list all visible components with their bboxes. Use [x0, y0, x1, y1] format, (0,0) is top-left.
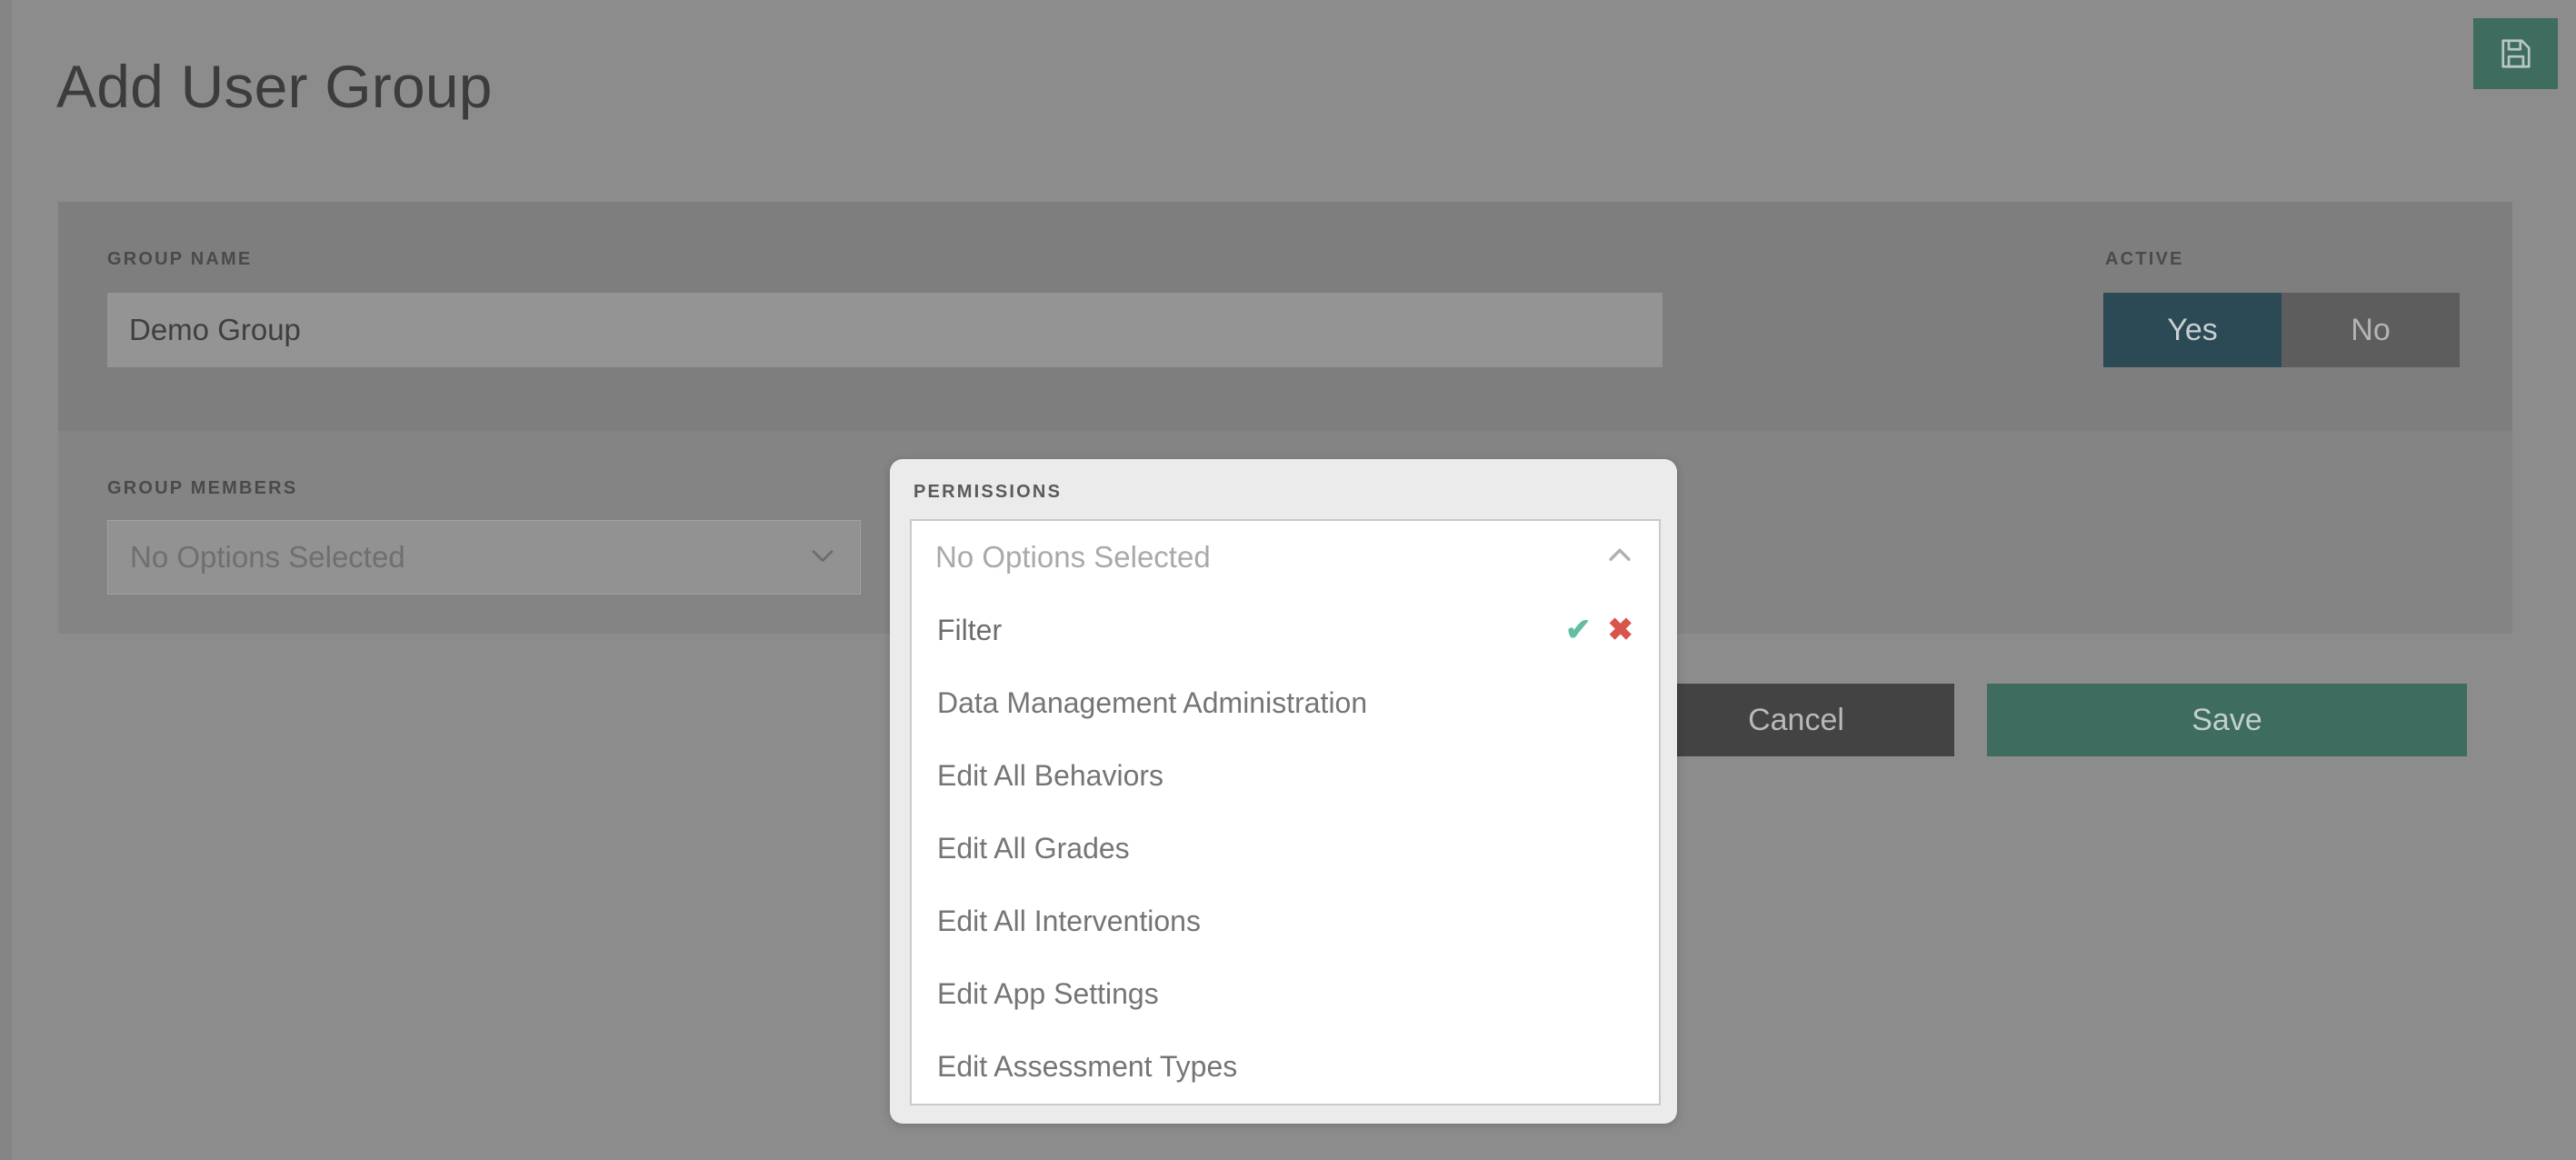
page-left-gutter	[0, 0, 12, 1160]
permissions-modal: PERMISSIONS No Options Selected ✔ ✖ Data	[890, 459, 1677, 1124]
permissions-selected-summary: No Options Selected	[935, 540, 1211, 574]
active-toggle-yes[interactable]: Yes	[2103, 293, 2281, 367]
list-item[interactable]: Edit All Interventions	[912, 885, 1659, 957]
list-item[interactable]: Edit All Behaviors	[912, 739, 1659, 812]
group-members-value: No Options Selected	[130, 540, 405, 574]
group-name-input[interactable]	[107, 293, 1662, 367]
floppy-disk-save-icon	[2499, 36, 2533, 71]
chevron-up-icon[interactable]	[1604, 540, 1635, 575]
active-label: ACTIVE	[2105, 249, 2184, 269]
list-item[interactable]: Edit App Settings	[912, 957, 1659, 1030]
group-members-label: GROUP MEMBERS	[107, 478, 298, 498]
list-item[interactable]: Data Management Administration	[912, 666, 1659, 739]
permissions-label: PERMISSIONS	[914, 482, 1063, 502]
save-button[interactable]: Save	[1987, 684, 2467, 756]
page-root: Add User Group GROUP NAME ACTIVE Yes No …	[0, 0, 2576, 1160]
permissions-filter-input[interactable]	[937, 613, 1565, 647]
group-name-label: GROUP NAME	[107, 249, 253, 269]
check-icon[interactable]: ✔	[1565, 615, 1592, 645]
cancel-button[interactable]: Cancel	[1638, 684, 1954, 756]
permissions-filter-actions: ✔ ✖	[1565, 615, 1633, 645]
form-row-group-name: GROUP NAME ACTIVE Yes No	[58, 202, 2512, 431]
permissions-multiselect: No Options Selected ✔ ✖ Data Management …	[910, 519, 1661, 1105]
chevron-down-icon	[807, 540, 838, 575]
list-item[interactable]: Edit All Grades	[912, 812, 1659, 885]
permissions-options-list[interactable]: Data Management Administration Edit All …	[912, 666, 1659, 1089]
cross-icon[interactable]: ✖	[1608, 615, 1634, 645]
permissions-select-header[interactable]: No Options Selected	[912, 521, 1659, 594]
active-toggle: Yes No	[2103, 293, 2460, 367]
topbar-save-button[interactable]	[2473, 18, 2558, 89]
group-members-select[interactable]: No Options Selected	[107, 520, 861, 595]
permissions-filter-row: ✔ ✖	[912, 594, 1659, 666]
list-item[interactable]: Edit Assessment Types	[912, 1030, 1659, 1089]
page-title: Add User Group	[56, 53, 493, 120]
active-toggle-no[interactable]: No	[2281, 293, 2460, 367]
